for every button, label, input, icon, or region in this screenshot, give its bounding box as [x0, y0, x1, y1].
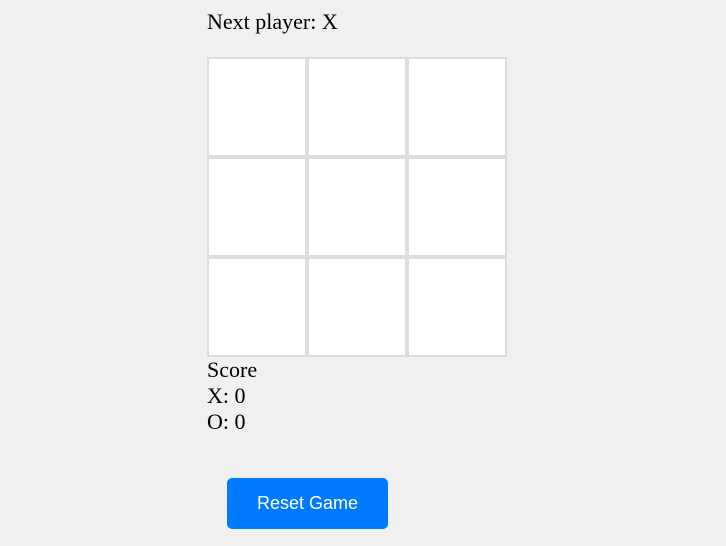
score-title: Score — [207, 357, 258, 382]
board-cell-2[interactable] — [307, 57, 407, 157]
board-cell-8[interactable] — [307, 257, 407, 357]
board-cell-1[interactable] — [207, 57, 307, 157]
reset-game-button[interactable]: Reset Game — [227, 478, 388, 529]
next-player-status: Next player: X — [207, 9, 338, 34]
scoreboard: Score X: 0 O: 0 — [207, 357, 257, 435]
score-o: O: 0 — [207, 409, 246, 434]
board-cell-3[interactable] — [407, 57, 507, 157]
game-board — [207, 57, 507, 357]
score-x: X: 0 — [207, 383, 246, 408]
board-cell-6[interactable] — [407, 157, 507, 257]
board-cell-5[interactable] — [307, 157, 407, 257]
board-cell-7[interactable] — [207, 257, 307, 357]
board-cell-4[interactable] — [207, 157, 307, 257]
board-cell-9[interactable] — [407, 257, 507, 357]
